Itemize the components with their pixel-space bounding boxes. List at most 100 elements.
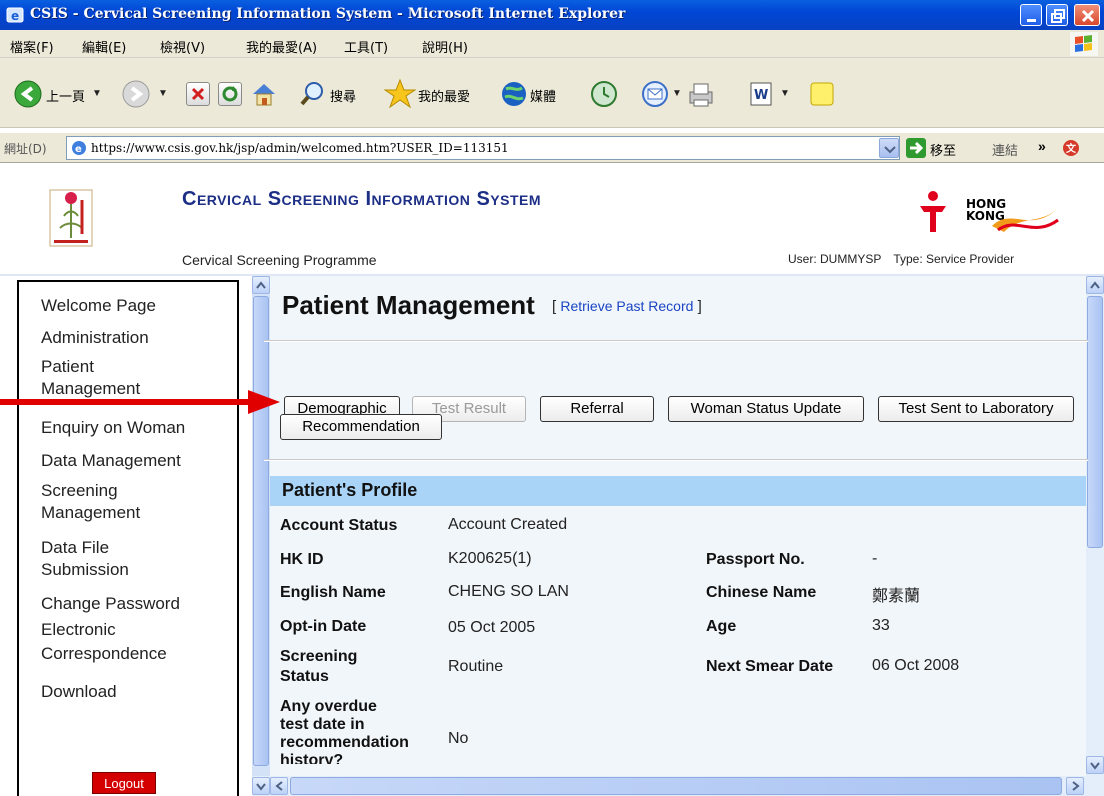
go-label[interactable]: 移至 <box>930 140 956 159</box>
page-header: Cervical Screening Information System Ce… <box>0 172 1104 274</box>
vertical-scrollbar[interactable] <box>1086 276 1104 776</box>
screening-status-value: Routine <box>448 658 504 675</box>
programme-name: Cervical Screening Programme <box>182 252 377 268</box>
bracket-close: ] <box>697 298 702 315</box>
sidebar-item-enquiry-on-woman[interactable]: Enquiry on Woman <box>41 416 185 440</box>
scroll-thumb[interactable] <box>253 296 269 766</box>
chevron-down-icon <box>1090 762 1100 770</box>
mail-icon[interactable] <box>640 80 670 108</box>
sidebar-item-data-file-submission[interactable]: Data File Submission <box>41 537 129 581</box>
forward-arrow-icon[interactable] <box>122 80 150 108</box>
title-bar: e CSIS - Cervical Screening Information … <box>0 0 1104 30</box>
back-dropdown-icon[interactable]: ▼ <box>92 88 102 99</box>
refresh-button[interactable] <box>218 82 242 106</box>
forward-dropdown-icon[interactable]: ▼ <box>158 88 168 99</box>
sidebar-item-administration[interactable]: Administration <box>41 326 149 350</box>
sidebar-item-electronic-correspondence[interactable]: Electronic Correspondence <box>41 618 167 666</box>
account-status-value: Account Created <box>448 516 568 533</box>
back-arrow-icon[interactable] <box>14 80 42 108</box>
address-label: 網址(D) <box>4 142 47 156</box>
scroll-thumb[interactable] <box>290 777 1062 795</box>
patient-profile-heading: Patient's Profile <box>270 476 1086 506</box>
stop-icon <box>191 87 205 101</box>
optin-date-label: Opt-in Date <box>280 618 367 635</box>
recommendation-button[interactable]: Recommendation <box>280 414 442 440</box>
sidebar-item-screening-management[interactable]: Screening Management <box>41 480 140 524</box>
address-input[interactable]: e https://www.csis.gov.hk/jsp/admin/welc… <box>66 136 900 160</box>
english-name-label: English Name <box>280 584 386 601</box>
media-globe-icon[interactable] <box>500 80 528 108</box>
links-label[interactable]: 連結 <box>992 140 1018 159</box>
sidebar-item-download[interactable]: Download <box>41 680 117 704</box>
chevron-down-icon <box>884 146 896 154</box>
chevron-left-icon <box>275 781 283 791</box>
note-icon[interactable] <box>808 80 836 108</box>
frame-divider-scrollbar[interactable] <box>252 276 270 776</box>
scroll-down-button[interactable] <box>252 777 270 795</box>
next-smear-date-label: Next Smear Date <box>706 658 834 675</box>
svg-text:e: e <box>75 144 82 155</box>
sidebar-item-change-password[interactable]: Change Password <box>41 592 180 616</box>
menu-help[interactable]: 說明(H) <box>422 37 468 56</box>
menu-tools[interactable]: 工具(T) <box>344 37 388 56</box>
logout-button[interactable]: Logout <box>92 772 156 794</box>
woman-status-update-button[interactable]: Woman Status Update <box>668 396 864 422</box>
overdue-value: No <box>448 730 469 747</box>
menu-view[interactable]: 檢視(V) <box>160 37 205 56</box>
translate-addon-icon[interactable]: 文 <box>1062 138 1084 158</box>
referral-button[interactable]: Referral <box>540 396 654 422</box>
history-icon[interactable] <box>590 80 618 108</box>
sidebar-item-data-management[interactable]: Data Management <box>41 449 181 473</box>
address-url[interactable]: https://www.csis.gov.hk/jsp/admin/welcom… <box>91 141 509 155</box>
test-sent-to-laboratory-button[interactable]: Test Sent to Laboratory <box>878 396 1074 422</box>
scroll-right-button[interactable] <box>1066 777 1084 795</box>
retrieve-past-record-link[interactable]: Retrieve Past Record <box>560 298 693 314</box>
user-name: User: DUMMYSP <box>788 252 882 266</box>
optin-date-value: 05 Oct 2005 <box>448 619 536 636</box>
home-icon[interactable] <box>250 80 278 108</box>
scroll-down-button[interactable] <box>1086 756 1104 774</box>
favorites-label[interactable]: 我的最愛 <box>418 86 470 105</box>
media-label[interactable]: 媒體 <box>530 86 556 105</box>
edit-word-icon[interactable]: W <box>750 82 772 106</box>
edit-dropdown-icon[interactable]: ▼ <box>780 88 790 99</box>
sidebar-item-welcome-page[interactable]: Welcome Page <box>41 294 156 318</box>
scroll-thumb[interactable] <box>1087 296 1103 548</box>
menu-file[interactable]: 檔案(F) <box>10 37 54 56</box>
chinese-name-value: 鄭素蘭 <box>872 588 921 605</box>
stop-button[interactable] <box>186 82 210 106</box>
window-title: CSIS - Cervical Screening Information Sy… <box>30 6 626 22</box>
minimize-button[interactable] <box>1020 4 1042 26</box>
windows-logo-icon <box>1070 32 1098 56</box>
links-chevron-icon[interactable]: » <box>1038 138 1046 154</box>
scroll-up-button[interactable] <box>252 276 270 294</box>
menu-favorites[interactable]: 我的最愛(A) <box>246 37 317 56</box>
maximize-button[interactable] <box>1046 4 1068 26</box>
hong-kong-logo: HONG KONG <box>916 191 1060 232</box>
divider <box>264 340 1088 342</box>
overdue-label-line1: Any overdue <box>280 698 377 715</box>
address-dropdown-button[interactable] <box>879 138 899 158</box>
refresh-icon <box>222 86 238 102</box>
menu-edit[interactable]: 編輯(E) <box>82 37 126 56</box>
sidebar-nav: Welcome Page Administration Patient Mana… <box>17 280 239 796</box>
go-button[interactable] <box>906 138 926 158</box>
passport-value: - <box>872 550 878 567</box>
favorites-star-icon[interactable] <box>384 78 416 108</box>
mail-dropdown-icon[interactable]: ▼ <box>672 88 682 99</box>
svg-text:W: W <box>754 88 768 103</box>
print-icon[interactable] <box>686 80 716 108</box>
hkid-label: HK ID <box>280 551 324 568</box>
overdue-label-line3: recommendation <box>280 734 409 751</box>
close-button[interactable] <box>1074 4 1100 26</box>
scroll-left-button[interactable] <box>270 777 288 795</box>
user-type: Type: Service Provider <box>893 252 1015 266</box>
go-arrow-icon <box>910 141 924 155</box>
back-label[interactable]: 上一頁 <box>46 86 85 105</box>
search-label[interactable]: 搜尋 <box>330 86 356 105</box>
minimize-icon <box>1027 19 1036 22</box>
search-icon[interactable] <box>300 80 326 108</box>
horizontal-scrollbar[interactable] <box>252 776 1104 796</box>
scroll-up-button[interactable] <box>1086 276 1104 294</box>
english-name-value: CHENG SO LAN <box>448 583 569 600</box>
